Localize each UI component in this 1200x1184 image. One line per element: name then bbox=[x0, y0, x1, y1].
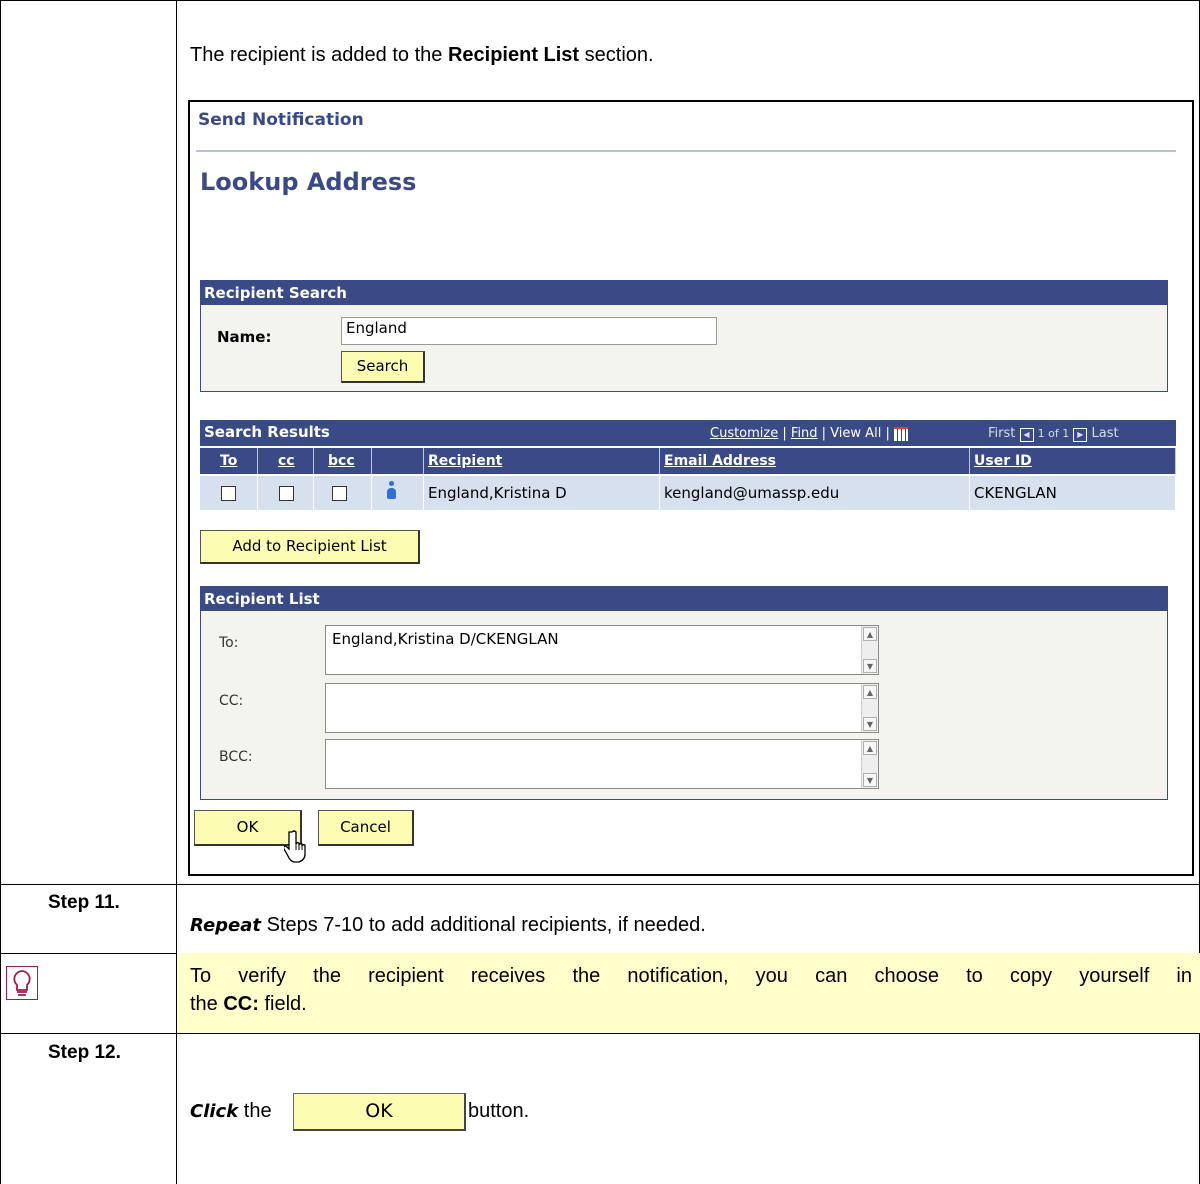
row-divider bbox=[0, 884, 1200, 885]
recipient-search-group: Recipient Search Name: England Search bbox=[200, 280, 1168, 392]
scroll-up-icon[interactable]: ▲ bbox=[863, 685, 877, 699]
cc-label: CC: bbox=[219, 693, 244, 709]
last-link[interactable]: Last bbox=[1092, 426, 1119, 441]
row-divider bbox=[0, 1033, 1200, 1034]
grid-nav-links: Customize | Find | View All | bbox=[710, 426, 908, 441]
col-header-email[interactable]: Email Address bbox=[660, 448, 970, 474]
ok-button-image: OK bbox=[293, 1093, 466, 1131]
cell-email: kengland@umassp.edu bbox=[660, 476, 970, 510]
page-title: Lookup Address bbox=[200, 168, 417, 196]
intro-prefix: The recipient is added to the bbox=[190, 44, 448, 66]
first-link[interactable]: First bbox=[988, 426, 1015, 441]
search-button[interactable]: Search bbox=[341, 351, 425, 383]
page-info: 1 of 1 bbox=[1037, 427, 1070, 440]
step-12-the: the bbox=[238, 1100, 272, 1122]
hand-cursor-icon bbox=[284, 830, 306, 863]
bcc-checkbox[interactable] bbox=[332, 486, 347, 501]
col-header-cc[interactable]: cc bbox=[258, 448, 314, 474]
view-all-link[interactable]: View All bbox=[830, 426, 881, 441]
col-header-icon bbox=[372, 448, 424, 474]
table-top-border bbox=[0, 0, 1200, 1]
search-results-title: Search Results bbox=[204, 423, 330, 441]
scroll-up-icon[interactable]: ▲ bbox=[863, 741, 877, 755]
grid-icon[interactable] bbox=[893, 426, 908, 441]
name-input[interactable]: England bbox=[341, 317, 717, 345]
cell-recipient: England,Kristina D bbox=[424, 476, 660, 510]
next-icon[interactable]: ▶ bbox=[1073, 428, 1088, 442]
tip-line-2-prefix: the bbox=[190, 993, 224, 1015]
cell-icon bbox=[372, 476, 424, 510]
scroll-down-icon[interactable]: ▼ bbox=[863, 717, 877, 731]
col-header-to[interactable]: To bbox=[200, 448, 258, 474]
to-textarea[interactable]: England,Kristina D/CKENGLAN ▲ ▼ bbox=[325, 625, 879, 675]
cc-textarea[interactable]: ▲ ▼ bbox=[325, 683, 879, 733]
table-left-border bbox=[0, 0, 1, 1184]
step-11-action: Repeat bbox=[190, 915, 262, 936]
step-12-action: Click bbox=[190, 1101, 239, 1122]
search-results-header: Search Results Customize | Find | View A… bbox=[200, 420, 1176, 446]
col-header-recipient[interactable]: Recipient bbox=[424, 448, 660, 474]
to-value: England,Kristina D/CKENGLAN bbox=[332, 630, 559, 648]
cell-userid: CKENGLAN bbox=[970, 476, 1176, 510]
person-icon[interactable] bbox=[386, 481, 396, 501]
breadcrumb: Send Notification bbox=[198, 110, 364, 130]
bcc-scrollbar[interactable]: ▲ ▼ bbox=[861, 740, 878, 788]
prev-icon[interactable]: ◀ bbox=[1019, 428, 1034, 442]
find-link[interactable]: Find bbox=[791, 426, 818, 441]
cell-to bbox=[200, 476, 258, 510]
tip-line-1: To verify the recipient receives the not… bbox=[190, 965, 1192, 987]
step-11-body: Steps 7-10 to add additional recipients,… bbox=[261, 914, 706, 936]
step-11-label: Step 11. bbox=[48, 892, 120, 913]
intro-suffix: section. bbox=[579, 44, 654, 66]
cc-checkbox[interactable] bbox=[279, 486, 294, 501]
scroll-down-icon[interactable]: ▼ bbox=[863, 659, 877, 673]
cell-cc bbox=[258, 476, 314, 510]
tip-line-2-bold: CC: bbox=[223, 993, 259, 1015]
tip-text: To verify the recipient receives the not… bbox=[190, 962, 1192, 1018]
step-12-text: Click the bbox=[190, 1100, 272, 1123]
to-checkbox[interactable] bbox=[221, 486, 236, 501]
customize-link[interactable]: Customize bbox=[710, 426, 778, 441]
intro-bold: Recipient List bbox=[447, 44, 580, 66]
title-rule bbox=[196, 150, 1176, 152]
step-12-suffix: button. bbox=[468, 1100, 530, 1122]
recipient-search-header: Recipient Search bbox=[201, 281, 1167, 305]
cell-bcc bbox=[314, 476, 372, 510]
bcc-label: BCC: bbox=[219, 749, 253, 765]
col-header-userid[interactable]: User ID bbox=[970, 448, 1176, 474]
step-12-label: Step 12. bbox=[48, 1042, 121, 1063]
scroll-up-icon[interactable]: ▲ bbox=[863, 627, 877, 641]
cancel-button[interactable]: Cancel bbox=[318, 810, 414, 846]
tip-line-2-suffix: field. bbox=[258, 993, 307, 1015]
cc-scrollbar[interactable]: ▲ ▼ bbox=[861, 684, 878, 732]
name-label: Name: bbox=[217, 328, 272, 346]
pagination: First ◀ 1 of 1 ▶ Last bbox=[988, 426, 1119, 442]
lookup-address-screenshot: Send Notification Lookup Address Recipie… bbox=[188, 100, 1194, 876]
recipient-list-header: Recipient List bbox=[201, 587, 1167, 611]
add-to-recipient-list-button[interactable]: Add to Recipient List bbox=[200, 530, 420, 564]
to-label: To: bbox=[219, 635, 239, 651]
step-11-text: Repeat Steps 7-10 to add additional reci… bbox=[190, 914, 706, 937]
bcc-textarea[interactable]: ▲ ▼ bbox=[325, 739, 879, 789]
recipient-list-group: Recipient List To: England,Kristina D/CK… bbox=[200, 586, 1168, 800]
lightbulb-icon bbox=[6, 966, 38, 1000]
tip-line-2: the CC: field. bbox=[190, 990, 1192, 1018]
intro-text: The recipient is added to the Recipient … bbox=[190, 44, 654, 67]
to-scrollbar[interactable]: ▲ ▼ bbox=[861, 626, 878, 674]
col-header-bcc[interactable]: bcc bbox=[314, 448, 372, 474]
scroll-down-icon[interactable]: ▼ bbox=[863, 773, 877, 787]
